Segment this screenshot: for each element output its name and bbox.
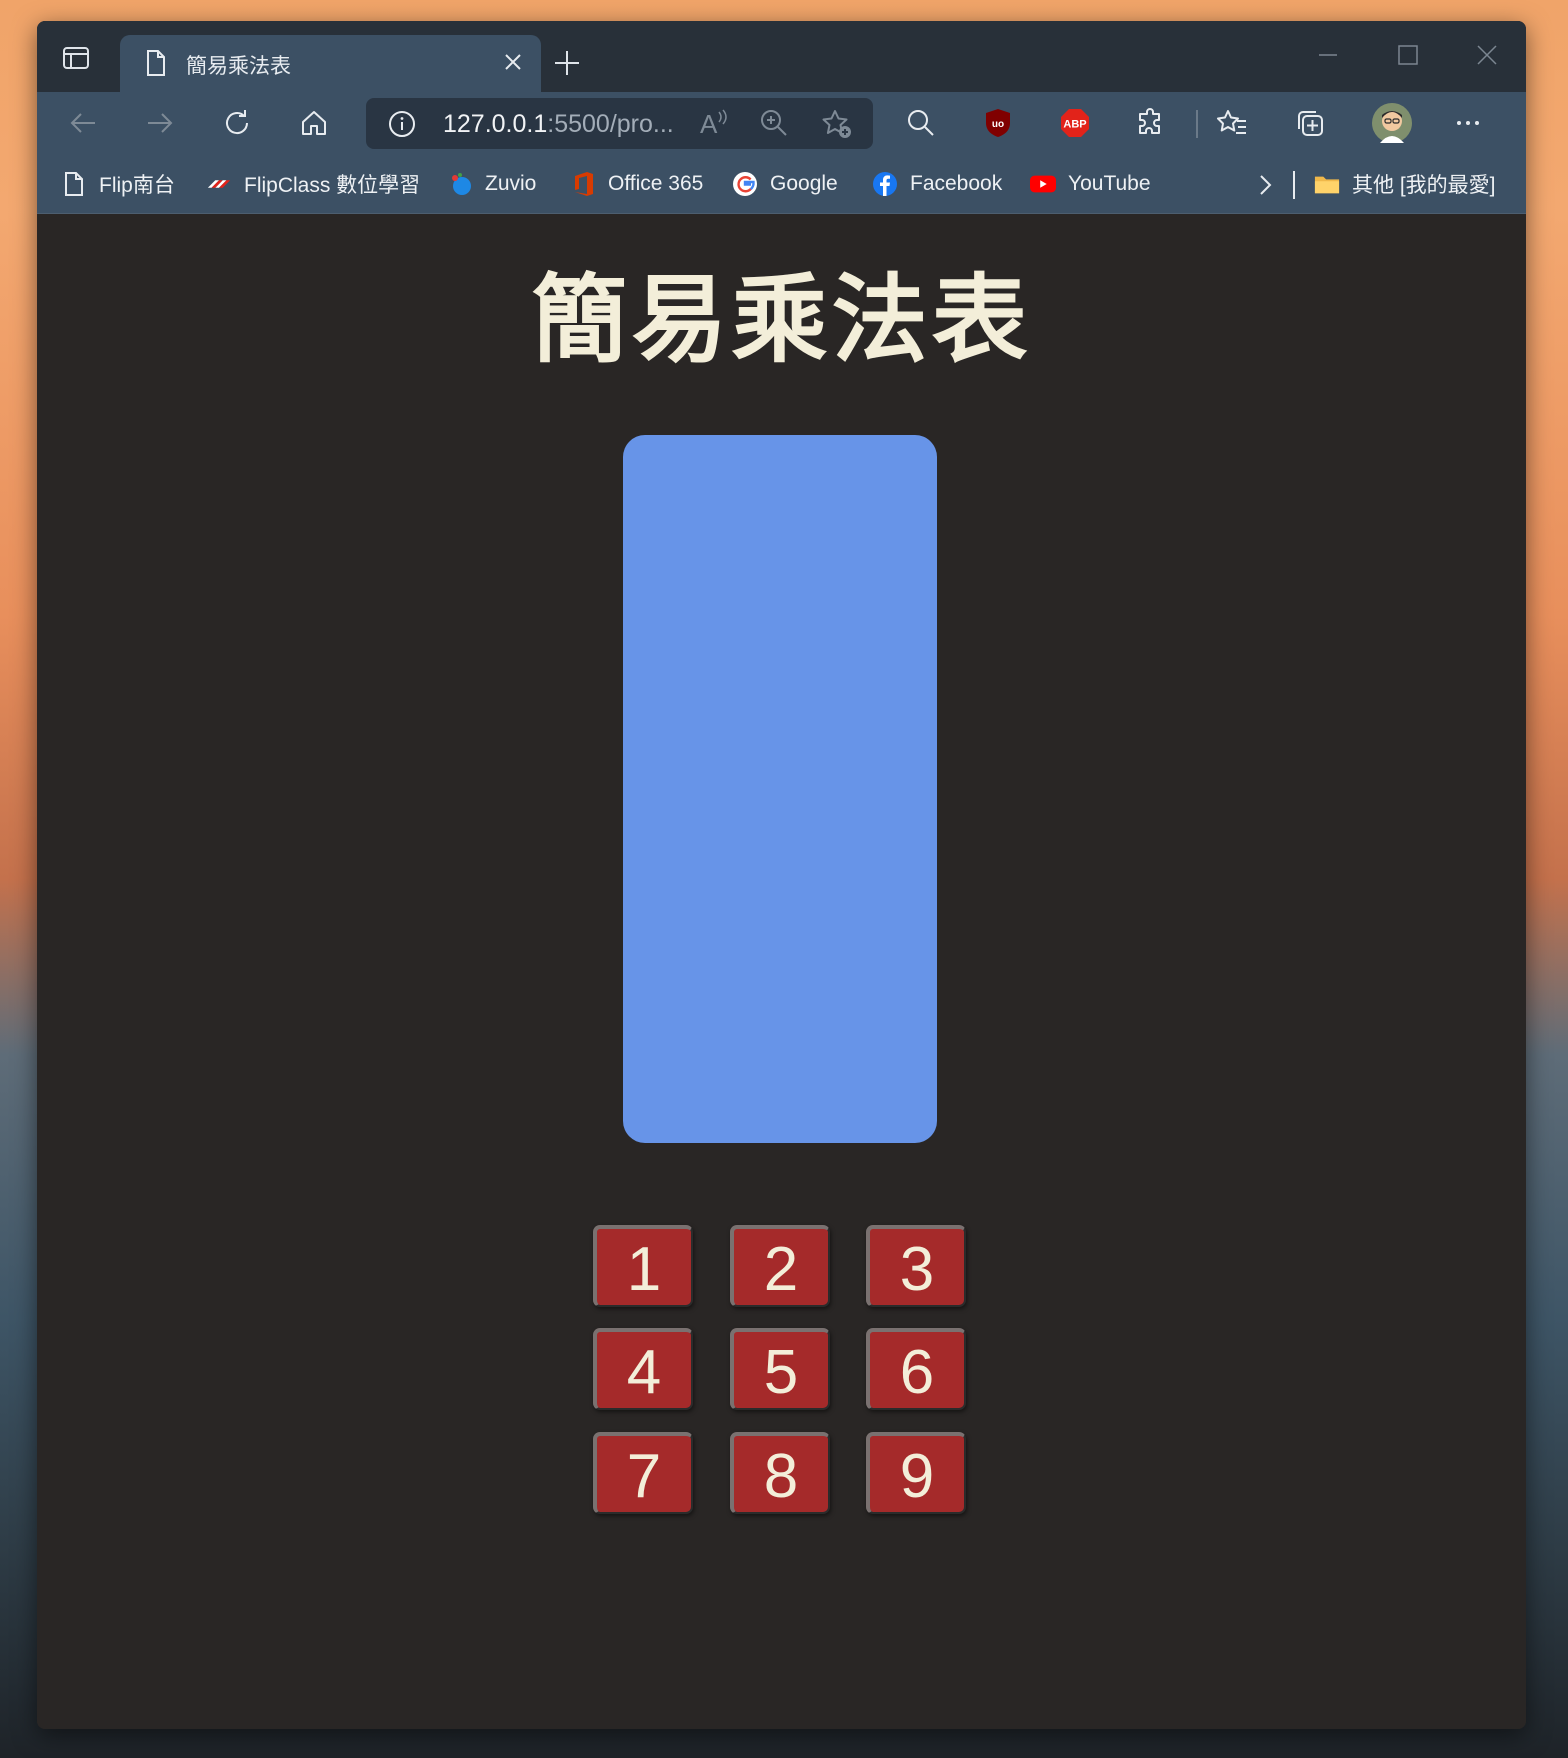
bookmark-facebook[interactable]: Facebook: [872, 170, 1002, 198]
number-button-4[interactable]: 4: [593, 1328, 693, 1410]
bookmark-google[interactable]: Google: [732, 170, 838, 198]
number-button-8[interactable]: 8: [730, 1432, 830, 1514]
url-text[interactable]: 127.0.0.1:5500/pro...: [443, 110, 674, 139]
tab-title: 簡易乘法表: [186, 55, 291, 78]
number-button-7[interactable]: 7: [593, 1432, 693, 1514]
bookmark-other-favorites[interactable]: 其他 [我的最愛]: [1314, 170, 1496, 198]
adblock-plus-icon[interactable]: ABP: [1058, 106, 1092, 140]
toolbar: 127.0.0.1:5500/pro... A uo ABP: [37, 92, 1526, 154]
new-tab-icon[interactable]: [552, 48, 582, 83]
number-button-2[interactable]: 2: [730, 1225, 830, 1307]
read-aloud-icon[interactable]: A: [700, 109, 729, 140]
office-icon: [570, 171, 596, 197]
bookmark-youtube[interactable]: YouTube: [1030, 170, 1151, 198]
ublock-icon[interactable]: uo: [981, 106, 1015, 140]
favorites-icon[interactable]: [1215, 106, 1249, 140]
add-favorite-icon[interactable]: [821, 108, 853, 145]
google-icon: [732, 171, 758, 197]
tab-active[interactable]: 簡易乘法表: [120, 35, 541, 92]
bookmark-zuvio[interactable]: Zuvio: [447, 170, 536, 198]
bookmark-flip[interactable]: Flip南台: [61, 170, 175, 198]
page-title: 簡易乘法表: [531, 267, 1032, 374]
zuvio-icon: [447, 171, 473, 197]
svg-text:ABP: ABP: [1063, 119, 1086, 131]
bookmark-flipclass[interactable]: FlipClass 數位學習: [206, 170, 420, 198]
flipclass-icon: [206, 171, 232, 197]
site-info-icon[interactable]: [388, 110, 416, 143]
refresh-icon[interactable]: [220, 106, 254, 140]
folder-icon: [1314, 171, 1340, 197]
toolbar-divider: [1196, 110, 1198, 138]
number-button-9[interactable]: 9: [866, 1432, 966, 1514]
close-window-icon[interactable]: [1475, 43, 1499, 72]
forward-icon[interactable]: [143, 106, 177, 140]
number-button-6[interactable]: 6: [866, 1328, 966, 1410]
tab-actions-icon[interactable]: [59, 41, 93, 75]
tab-bar: 簡易乘法表: [37, 21, 1526, 92]
youtube-icon: [1030, 171, 1056, 197]
favorites-divider: [1293, 171, 1295, 199]
maximize-icon[interactable]: [1396, 43, 1420, 72]
chevron-right-icon[interactable]: [1253, 171, 1277, 204]
address-bar[interactable]: 127.0.0.1:5500/pro... A: [366, 98, 873, 149]
number-button-3[interactable]: 3: [866, 1225, 966, 1307]
close-tab-icon[interactable]: [501, 50, 525, 79]
number-button-5[interactable]: 5: [730, 1328, 830, 1410]
bookmark-office[interactable]: Office 365: [570, 170, 703, 198]
number-button-1[interactable]: 1: [593, 1225, 693, 1307]
svg-text:uo: uo: [992, 119, 1004, 130]
collections-icon[interactable]: [1293, 106, 1327, 140]
page-icon: [61, 171, 87, 197]
zoom-icon[interactable]: [759, 108, 789, 143]
facebook-icon: [872, 171, 898, 197]
extensions-icon[interactable]: [1134, 106, 1168, 140]
back-icon[interactable]: [66, 106, 100, 140]
browser-window: 簡易乘法表 127.0.0.1:5500/pro... A uo ABP Fli…: [37, 21, 1526, 1729]
page-content: 簡易乘法表 1 2 3 4 5 6 7 8 9: [37, 214, 1526, 1729]
page-icon: [144, 49, 168, 82]
result-panel: [623, 435, 937, 1143]
more-options-icon[interactable]: [1451, 106, 1485, 140]
profile-avatar[interactable]: [1372, 103, 1412, 143]
minimize-icon[interactable]: [1316, 43, 1340, 72]
search-icon[interactable]: [904, 106, 938, 140]
favorites-bar: Flip南台 FlipClass 數位學習 Zuvio Office 365 G…: [37, 154, 1526, 214]
home-icon[interactable]: [297, 106, 331, 140]
